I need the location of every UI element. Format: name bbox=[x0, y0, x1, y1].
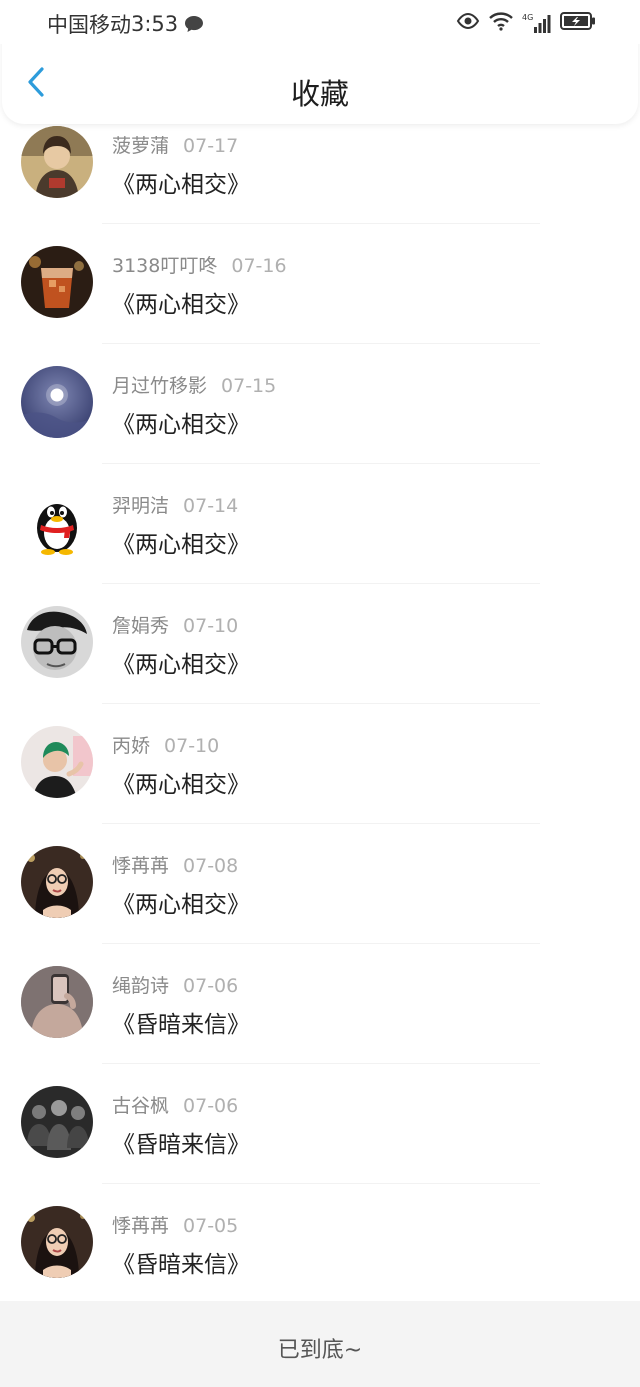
list-item[interactable]: 丙娇 07-10 《两心相交》 bbox=[0, 723, 640, 843]
favorites-list: 菠萝蒲 07-17 《两心相交》 3138叮叮咚 07-16 《两心相交》 月过… bbox=[0, 123, 640, 1323]
girl-glasses-selfie-icon bbox=[21, 846, 93, 918]
avatar[interactable] bbox=[21, 366, 93, 438]
avatar[interactable] bbox=[21, 606, 93, 678]
divider bbox=[102, 943, 540, 944]
work-title[interactable]: 《两心相交》 bbox=[112, 645, 250, 679]
list-item[interactable]: 月过竹移影 07-15 《两心相交》 bbox=[0, 363, 640, 483]
date-label: 07-14 bbox=[183, 495, 239, 517]
work-title[interactable]: 《两心相交》 bbox=[112, 525, 250, 559]
divider bbox=[102, 1183, 540, 1184]
battery-icon bbox=[560, 12, 596, 34]
end-of-list-footer: 已到底~ bbox=[0, 1301, 640, 1387]
clock: 3:53 bbox=[131, 12, 179, 36]
list-item[interactable]: 古谷枫 07-06 《昏暗来信》 bbox=[0, 1083, 640, 1203]
avatar[interactable] bbox=[21, 966, 93, 1038]
item-meta: 丙娇 07-10 bbox=[112, 731, 219, 758]
work-title[interactable]: 《昏暗来信》 bbox=[112, 1125, 250, 1159]
painted-portrait-icon bbox=[21, 126, 93, 198]
list-item[interactable]: 詹娟秀 07-10 《两心相交》 bbox=[0, 603, 640, 723]
eye-icon bbox=[456, 12, 480, 33]
item-meta: 悸苒苒 07-08 bbox=[112, 851, 238, 878]
date-label: 07-17 bbox=[183, 135, 239, 157]
username[interactable]: 古谷枫 bbox=[112, 1095, 169, 1117]
list-item[interactable]: 菠萝蒲 07-17 《两心相交》 bbox=[0, 123, 640, 243]
username[interactable]: 月过竹移影 bbox=[112, 375, 207, 397]
signal-icon: 4G bbox=[522, 12, 552, 34]
header-bar: 收藏 bbox=[2, 38, 638, 124]
avatar[interactable] bbox=[21, 1086, 93, 1158]
group-photo-icon bbox=[21, 1086, 93, 1158]
work-title[interactable]: 《昏暗来信》 bbox=[112, 1005, 250, 1039]
green-hair-portrait-icon bbox=[21, 726, 93, 798]
username[interactable]: 悸苒苒 bbox=[112, 855, 169, 877]
phone-selfie-icon bbox=[21, 966, 93, 1038]
avatar[interactable] bbox=[21, 126, 93, 198]
avatar[interactable] bbox=[21, 486, 93, 558]
status-right: 4G bbox=[456, 11, 596, 35]
page-title: 收藏 bbox=[290, 77, 349, 111]
divider bbox=[102, 583, 540, 584]
moon-night-icon bbox=[21, 366, 93, 438]
list-item[interactable]: 3138叮叮咚 07-16 《两心相交》 bbox=[0, 243, 640, 363]
username[interactable]: 詹娟秀 bbox=[112, 615, 169, 637]
message-icon bbox=[184, 15, 204, 33]
wifi-icon bbox=[488, 11, 514, 35]
username[interactable]: 绳韵诗 bbox=[112, 975, 169, 997]
date-label: 07-08 bbox=[183, 855, 239, 877]
divider bbox=[102, 223, 540, 224]
end-of-list-label: 已到底~ bbox=[277, 1338, 363, 1363]
network-type-label: 4G bbox=[522, 13, 533, 22]
avatar[interactable] bbox=[21, 1206, 93, 1278]
username[interactable]: 菠萝蒲 bbox=[112, 135, 169, 157]
bw-glasses-portrait-icon bbox=[21, 606, 93, 678]
work-title[interactable]: 《两心相交》 bbox=[112, 165, 250, 199]
list-item[interactable]: 绳韵诗 07-06 《昏暗来信》 bbox=[0, 963, 640, 1083]
item-meta: 3138叮叮咚 07-16 bbox=[112, 251, 287, 278]
qq-penguin-icon bbox=[21, 486, 93, 558]
date-label: 07-16 bbox=[231, 255, 287, 277]
drink-glass-icon bbox=[21, 246, 93, 318]
username[interactable]: 3138叮叮咚 bbox=[112, 255, 217, 277]
status-left: 中国移动 3:53 bbox=[47, 9, 204, 39]
divider bbox=[102, 1063, 540, 1064]
avatar[interactable] bbox=[21, 846, 93, 918]
item-meta: 菠萝蒲 07-17 bbox=[112, 131, 238, 158]
username[interactable]: 丙娇 bbox=[112, 735, 150, 757]
work-title[interactable]: 《两心相交》 bbox=[112, 885, 250, 919]
carrier-label: 中国移动 bbox=[47, 13, 131, 37]
status-bar: 中国移动 3:53 4G bbox=[0, 0, 640, 44]
item-meta: 悸苒苒 07-05 bbox=[112, 1211, 238, 1238]
item-meta: 绳韵诗 07-06 bbox=[112, 971, 238, 998]
divider bbox=[102, 703, 540, 704]
date-label: 07-10 bbox=[183, 615, 239, 637]
date-label: 07-15 bbox=[221, 375, 277, 397]
work-title[interactable]: 《昏暗来信》 bbox=[112, 1245, 250, 1279]
divider bbox=[102, 823, 540, 824]
list-item[interactable]: 羿明洁 07-14 《两心相交》 bbox=[0, 483, 640, 603]
date-label: 07-10 bbox=[164, 735, 220, 757]
date-label: 07-05 bbox=[183, 1215, 239, 1237]
item-meta: 詹娟秀 07-10 bbox=[112, 611, 238, 638]
girl-glasses-selfie-icon bbox=[21, 1206, 93, 1278]
work-title[interactable]: 《两心相交》 bbox=[112, 405, 250, 439]
avatar[interactable] bbox=[21, 246, 93, 318]
username[interactable]: 悸苒苒 bbox=[112, 1215, 169, 1237]
work-title[interactable]: 《两心相交》 bbox=[112, 765, 250, 799]
date-label: 07-06 bbox=[183, 1095, 239, 1117]
username[interactable]: 羿明洁 bbox=[112, 495, 169, 517]
work-title[interactable]: 《两心相交》 bbox=[112, 285, 250, 319]
item-meta: 月过竹移影 07-15 bbox=[112, 371, 276, 398]
divider bbox=[102, 463, 540, 464]
avatar[interactable] bbox=[21, 726, 93, 798]
item-meta: 羿明洁 07-14 bbox=[112, 491, 238, 518]
list-item[interactable]: 悸苒苒 07-08 《两心相交》 bbox=[0, 843, 640, 963]
divider bbox=[102, 343, 540, 344]
date-label: 07-06 bbox=[183, 975, 239, 997]
item-meta: 古谷枫 07-06 bbox=[112, 1091, 238, 1118]
